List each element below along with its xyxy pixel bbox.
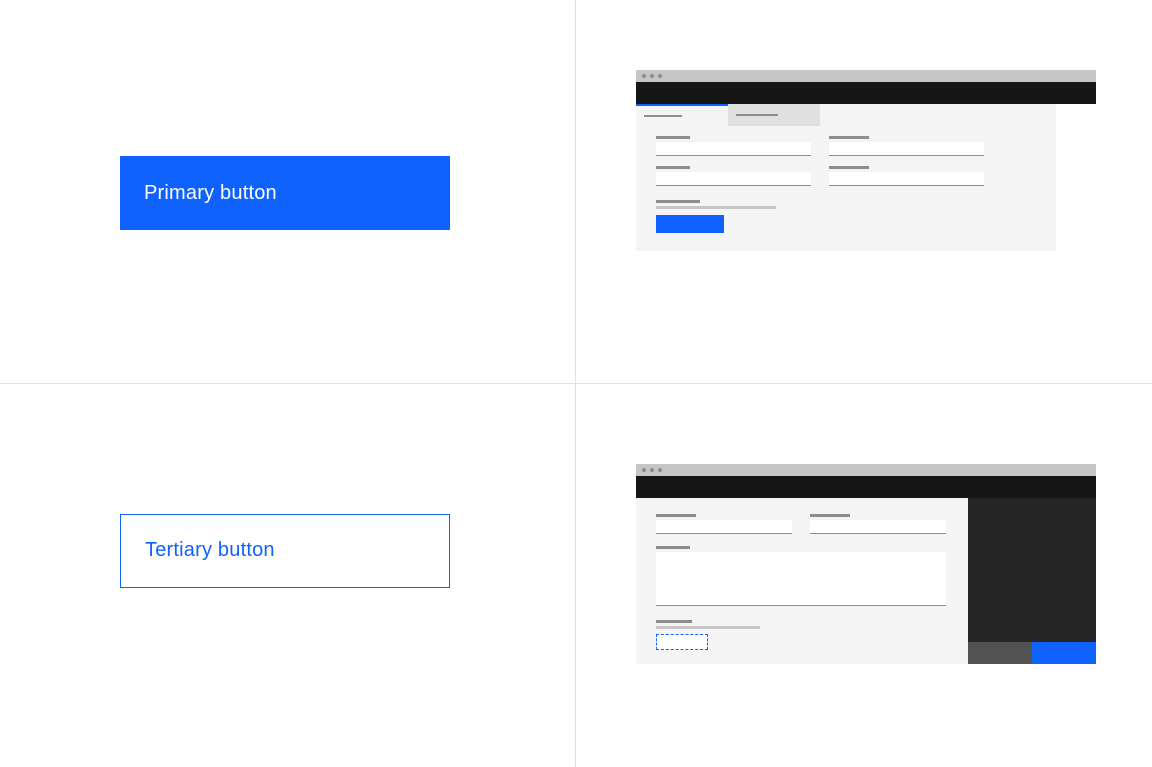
window-chrome	[636, 70, 1096, 82]
wireframe-form	[636, 70, 1096, 251]
field-label	[656, 166, 690, 169]
tab-inactive[interactable]	[728, 104, 820, 126]
footer-primary-button[interactable]	[1032, 642, 1096, 664]
helper-text	[656, 200, 1036, 209]
wireframe-panel	[636, 464, 1096, 664]
traffic-dot-icon	[650, 74, 654, 78]
form-field	[810, 514, 946, 534]
text-input[interactable]	[656, 142, 811, 156]
text-input[interactable]	[656, 520, 792, 534]
app-header	[636, 476, 1096, 498]
tab-active[interactable]	[636, 104, 728, 126]
text-input[interactable]	[829, 172, 984, 186]
window-chrome	[636, 464, 1096, 476]
text-input[interactable]	[810, 520, 946, 534]
traffic-dot-icon	[642, 468, 646, 472]
traffic-dot-icon	[658, 468, 662, 472]
field-label	[829, 136, 869, 139]
field-label	[829, 166, 869, 169]
field-label	[656, 514, 696, 517]
form-field	[829, 136, 984, 156]
cell-primary-wireframe	[576, 0, 1152, 384]
traffic-dot-icon	[642, 74, 646, 78]
wireframe-tertiary-button[interactable]	[656, 634, 708, 650]
field-label	[656, 546, 690, 549]
side-panel-dark	[968, 498, 1096, 664]
text-input[interactable]	[656, 172, 811, 186]
form-field	[656, 136, 811, 156]
footer-secondary-button[interactable]	[968, 642, 1032, 664]
form-field	[829, 166, 984, 186]
textarea[interactable]	[656, 552, 946, 606]
field-label	[656, 136, 690, 139]
form-field	[656, 514, 792, 534]
traffic-dot-icon	[650, 468, 654, 472]
tabs	[636, 104, 1056, 126]
panel-footer	[968, 642, 1096, 664]
wireframe-primary-button[interactable]	[656, 215, 724, 233]
design-spec-grid: Primary button	[0, 0, 1152, 767]
form-field	[656, 166, 811, 186]
primary-button[interactable]: Primary button	[120, 156, 450, 230]
cell-tertiary-wireframe	[576, 384, 1152, 767]
field-label	[810, 514, 850, 517]
form-field	[656, 546, 948, 606]
cell-tertiary-button: Tertiary button	[0, 384, 576, 767]
traffic-dot-icon	[658, 74, 662, 78]
app-header	[636, 82, 1096, 104]
tertiary-button[interactable]: Tertiary button	[120, 514, 450, 588]
cell-primary-button: Primary button	[0, 0, 576, 384]
text-input[interactable]	[829, 142, 984, 156]
helper-text	[656, 620, 948, 629]
